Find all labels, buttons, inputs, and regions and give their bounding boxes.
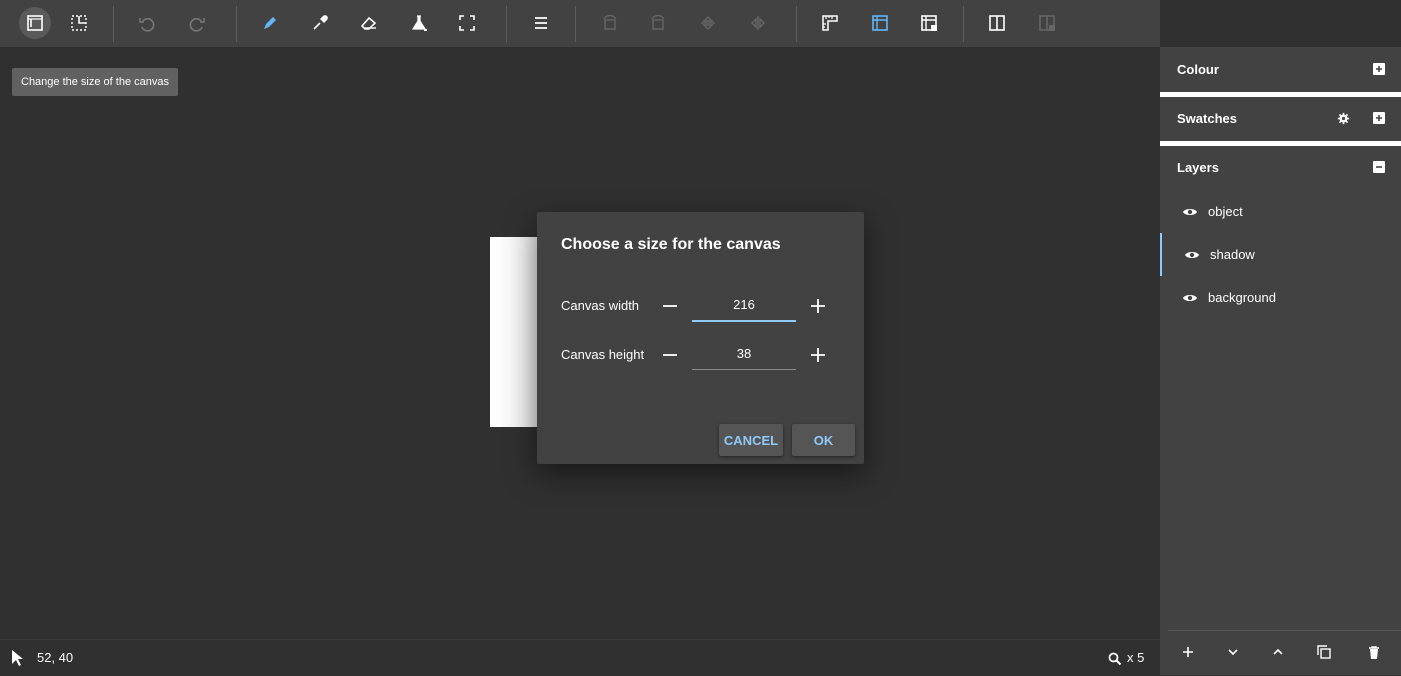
ruler-icon[interactable] (814, 7, 846, 39)
ok-button[interactable]: OK (792, 424, 855, 456)
dialog-title: Choose a size for the canvas (561, 236, 781, 253)
expand-icon[interactable] (1372, 111, 1386, 125)
canvas-width-input[interactable] (692, 288, 796, 322)
move-layer-up-button[interactable] (1269, 643, 1287, 661)
redo-icon[interactable] (181, 7, 213, 39)
search-icon (1108, 652, 1122, 666)
swatches-panel-header[interactable]: Swatches (1160, 96, 1401, 140)
split-view-icon[interactable] (981, 7, 1013, 39)
layers-panel-header[interactable]: Layers (1160, 145, 1401, 189)
copy-icon (1317, 645, 1331, 659)
layer-item-background[interactable]: background (1160, 276, 1401, 319)
cursor-coordinates: 52, 40 (37, 650, 74, 665)
delete-layer-button[interactable] (1365, 643, 1383, 661)
eraser-icon[interactable] (353, 7, 385, 39)
canvas-height-label: Canvas height (561, 347, 645, 362)
height-increase-button[interactable] (806, 343, 830, 367)
plus-icon (811, 299, 825, 313)
colour-panel-header[interactable]: Colour (1160, 47, 1401, 91)
eye-icon[interactable] (1182, 290, 1198, 306)
collapse-icon[interactable] (1372, 160, 1386, 174)
minus-icon (663, 354, 677, 356)
rotate-left-icon[interactable] (594, 7, 626, 39)
canvas-height-input[interactable] (692, 337, 796, 370)
eyedropper-icon[interactable] (304, 7, 336, 39)
canvas-size-dialog: Choose a size for the canvas Canvas widt… (537, 212, 864, 464)
canvas-width-row: Canvas width (561, 286, 841, 326)
layer-item-object[interactable]: object (1160, 190, 1401, 233)
chevron-up-icon (1273, 648, 1283, 655)
eye-icon[interactable] (1184, 247, 1200, 263)
gear-icon[interactable] (1336, 111, 1350, 125)
grid-icon[interactable] (864, 7, 896, 39)
swatches-title: Swatches (1177, 111, 1237, 126)
plus-icon (1183, 647, 1193, 657)
zoom-level: x 5 (1127, 650, 1145, 665)
layer-name: shadow (1210, 247, 1255, 262)
lock-split-icon[interactable] (1031, 7, 1063, 39)
canvas-height-row: Canvas height (561, 335, 841, 375)
layers-title: Layers (1177, 160, 1219, 175)
toolbar (0, 0, 1160, 47)
flip-horizontal-icon[interactable] (742, 7, 774, 39)
canvas-size-icon[interactable] (19, 7, 51, 39)
layer-name: background (1208, 290, 1276, 305)
move-layer-down-button[interactable] (1224, 643, 1242, 661)
colour-title: Colour (1177, 62, 1219, 77)
layer-item-shadow[interactable]: shadow (1160, 233, 1401, 276)
cancel-button[interactable]: CANCEL (719, 424, 783, 456)
cursor-icon (12, 650, 23, 666)
pencil-icon[interactable] (254, 7, 286, 39)
width-decrease-button[interactable] (658, 294, 682, 318)
fill-bucket-icon[interactable] (403, 7, 435, 39)
rotate-right-icon[interactable] (642, 7, 674, 39)
canvas[interactable] (490, 237, 538, 427)
height-decrease-button[interactable] (658, 343, 682, 367)
select-area-icon[interactable] (451, 7, 483, 39)
status-bar: 52, 40 x 5 (0, 639, 1160, 676)
plus-icon (811, 348, 825, 362)
undo-icon[interactable] (131, 7, 163, 39)
crop-canvas-icon[interactable] (63, 7, 95, 39)
width-increase-button[interactable] (806, 294, 830, 318)
trash-icon (1369, 645, 1379, 659)
eye-icon[interactable] (1182, 204, 1198, 220)
chevron-down-icon (1228, 649, 1238, 656)
add-layer-button[interactable] (1179, 643, 1197, 661)
tooltip: Change the size of the canvas (12, 68, 178, 96)
sidebar: Colour Swatches Layers object shadow bac… (1160, 47, 1401, 675)
layer-name: object (1208, 204, 1243, 219)
lock-grid-icon[interactable] (913, 7, 945, 39)
expand-icon[interactable] (1372, 62, 1386, 76)
layer-actions (1168, 630, 1401, 676)
canvas-width-label: Canvas width (561, 298, 640, 313)
duplicate-layer-button[interactable] (1315, 643, 1333, 661)
minus-icon (663, 305, 677, 307)
menu-icon[interactable] (525, 7, 557, 39)
flip-vertical-icon[interactable] (692, 7, 724, 39)
